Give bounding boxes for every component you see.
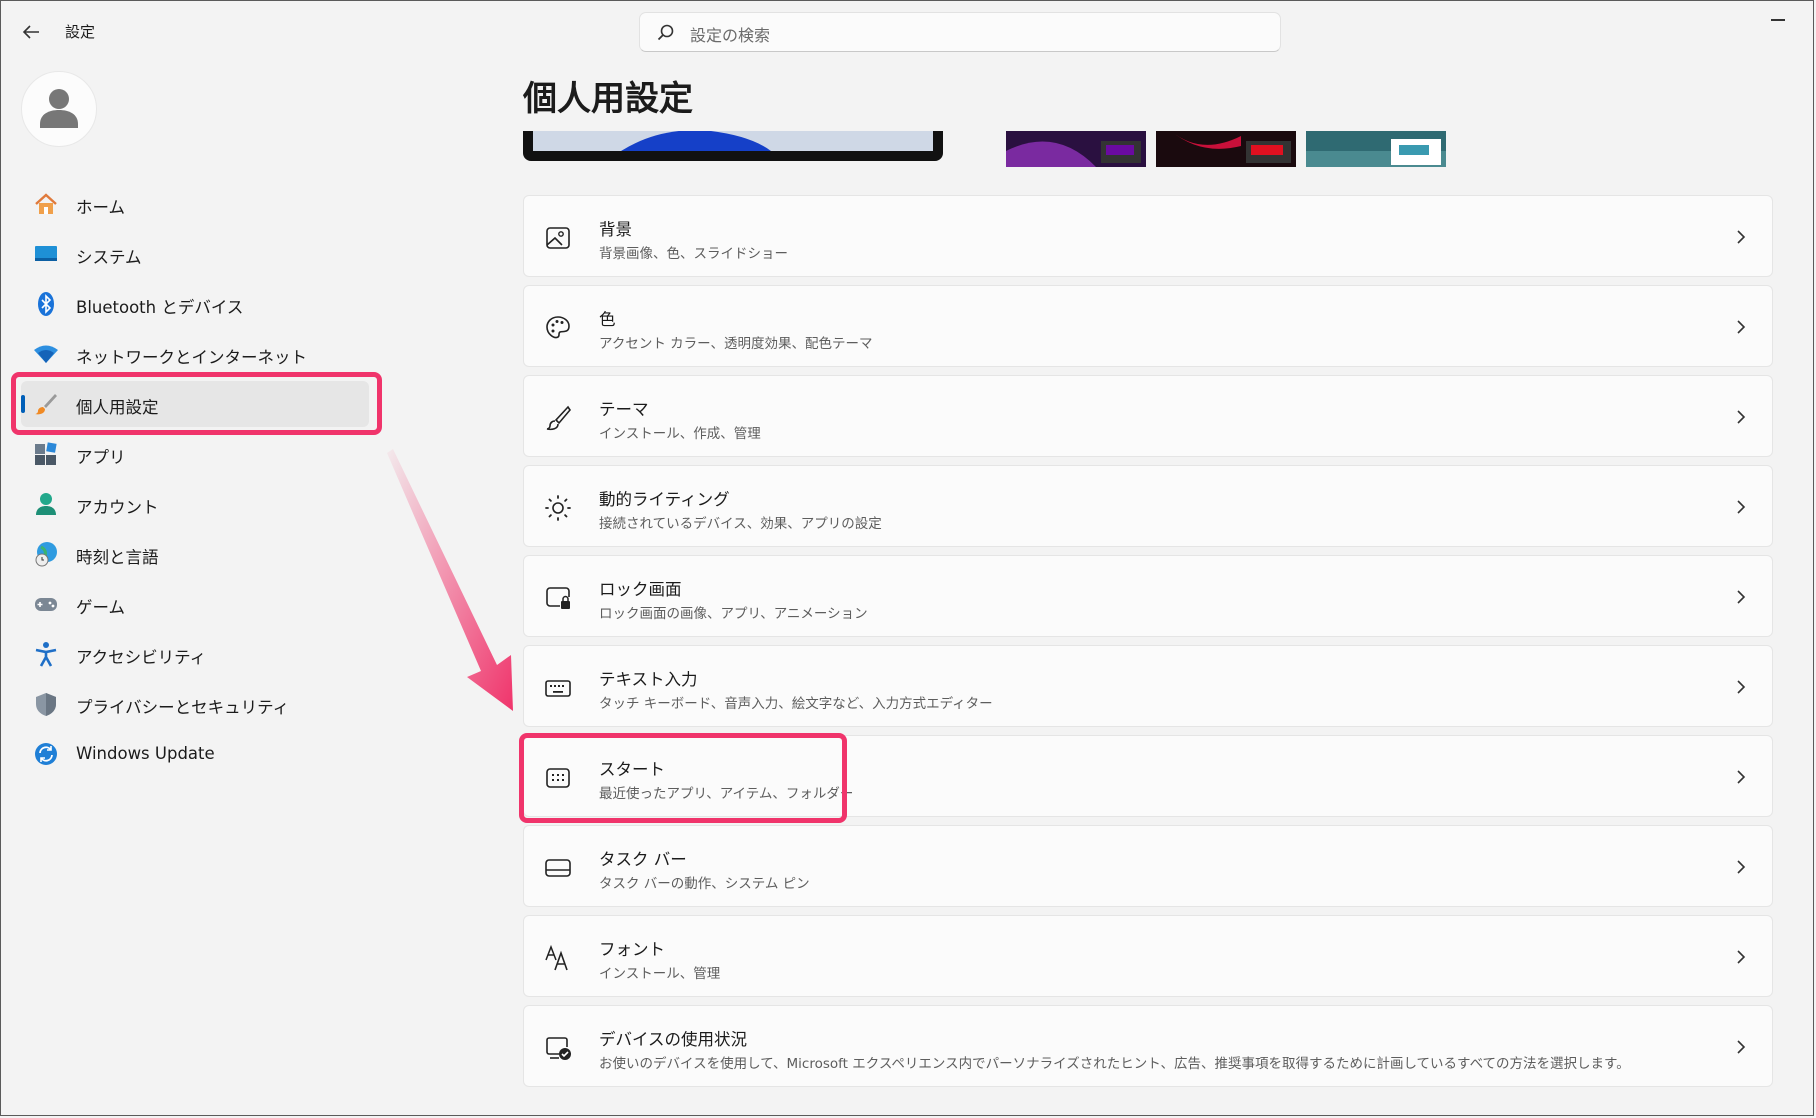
settings-row-taskbar[interactable]: タスク バー タスク バーの動作、システム ピン	[523, 825, 1773, 907]
sidebar-item-gaming[interactable]: ゲーム	[21, 581, 369, 627]
sidebar-item-time-language[interactable]: 時刻と言語	[21, 531, 369, 577]
keyboard-icon	[545, 680, 571, 697]
palette-icon	[546, 316, 570, 339]
row-description: 接続されているデバイス、効果、アプリの設定	[599, 516, 882, 532]
settings-row-fonts[interactable]: フォント インストール、管理	[523, 915, 1773, 997]
sidebar-item-label: アプリ	[76, 448, 126, 467]
theme-preview-image	[523, 131, 1446, 167]
sidebar-item-accounts[interactable]: アカウント	[21, 481, 369, 527]
image-icon	[546, 227, 570, 249]
annotation-arrow	[387, 449, 513, 711]
chevron-right-icon	[1737, 770, 1746, 784]
account-icon	[36, 493, 56, 515]
settings-window: 設定 設定の検索 ホーム システム Bluetooth とデバイス ネットワーク…	[0, 0, 1814, 1116]
theme-preview-strip	[521, 131, 1771, 171]
lighting-icon	[545, 495, 571, 521]
font-icon	[545, 944, 568, 971]
chevron-right-icon	[1737, 410, 1746, 424]
update-icon	[35, 743, 57, 765]
lock-screen-icon	[546, 587, 570, 609]
brush-icon	[546, 405, 571, 431]
row-title: 背景	[599, 220, 632, 239]
page-title: 個人用設定	[523, 79, 693, 119]
home-icon	[35, 193, 57, 214]
wifi-icon	[34, 345, 58, 363]
system-icon	[35, 246, 57, 261]
sidebar-item-label: ホーム	[76, 198, 126, 217]
sidebar-item-label: アクセシビリティ	[76, 648, 207, 667]
device-usage-icon	[546, 1037, 571, 1060]
search-icon	[657, 24, 674, 41]
sidebar-item-bluetooth[interactable]: Bluetooth とデバイス	[21, 281, 369, 327]
row-title: 動的ライティング	[599, 490, 730, 509]
row-title: テーマ	[599, 400, 649, 419]
sidebar-item-network[interactable]: ネットワークとインターネット	[21, 331, 369, 377]
row-description: アクセント カラー、透明度効果、配色テーマ	[599, 336, 873, 352]
sidebar-item-privacy[interactable]: プライバシーとセキュリティ	[21, 681, 369, 727]
highlight-annotation-start	[519, 733, 847, 823]
row-description: インストール、管理	[599, 966, 721, 982]
sidebar-item-label: ネットワークとインターネット	[76, 348, 307, 367]
sidebar-item-windows-update[interactable]: Windows Update	[21, 731, 369, 777]
row-description: タッチ キーボード、音声入力、絵文字など、入力方式エディター	[599, 696, 993, 712]
row-title: 色	[599, 310, 616, 329]
sidebar-item-label: Windows Update	[76, 744, 215, 763]
chevron-right-icon	[1737, 1040, 1746, 1054]
chevron-right-icon	[1737, 950, 1746, 964]
sidebar-item-label: アカウント	[76, 498, 159, 517]
row-title: フォント	[599, 940, 665, 959]
sidebar-item-label: ゲーム	[76, 598, 126, 617]
sidebar-item-label: Bluetooth とデバイス	[76, 298, 244, 317]
sidebar-item-home[interactable]: ホーム	[21, 181, 369, 227]
app-title: 設定	[65, 23, 96, 41]
search-input[interactable]: 設定の検索	[690, 22, 770, 46]
settings-row-device-usage[interactable]: デバイスの使用状況 お使いのデバイスを使用して、Microsoft エクスペリエ…	[523, 1005, 1773, 1087]
settings-row-themes[interactable]: テーマ インストール、作成、管理	[523, 375, 1773, 457]
avatar[interactable]	[21, 71, 97, 147]
taskbar-icon	[545, 859, 571, 877]
settings-row-colors[interactable]: 色 アクセント カラー、透明度効果、配色テーマ	[523, 285, 1773, 367]
row-title: テキスト入力	[599, 670, 698, 689]
chevron-right-icon	[1737, 590, 1746, 604]
row-title: デバイスの使用状況	[599, 1030, 748, 1049]
sidebar-item-system[interactable]: システム	[21, 231, 369, 277]
user-icon	[40, 89, 78, 128]
settings-row-dynamic-lighting[interactable]: 動的ライティング 接続されているデバイス、効果、アプリの設定	[523, 465, 1773, 547]
chevron-right-icon	[1737, 320, 1746, 334]
highlight-annotation-sidebar	[11, 372, 382, 435]
row-description: お使いのデバイスを使用して、Microsoft エクスペリエンス内でパーソナライ…	[599, 1056, 1630, 1072]
row-description: ロック画面の画像、アプリ、アニメーション	[599, 606, 868, 622]
sidebar-item-label: プライバシーとセキュリティ	[76, 698, 290, 717]
settings-row-background[interactable]: 背景 背景画像、色、スライドショー	[523, 195, 1773, 277]
chevron-right-icon	[1737, 680, 1746, 694]
sidebar-item-label: 時刻と言語	[76, 548, 159, 567]
settings-row-text-input[interactable]: テキスト入力 タッチ キーボード、音声入力、絵文字など、入力方式エディター	[523, 645, 1773, 727]
search-box[interactable]: 設定の検索	[639, 12, 1281, 52]
chevron-right-icon	[1737, 230, 1746, 244]
shield-icon	[36, 693, 56, 716]
row-title: タスク バー	[599, 850, 687, 869]
chevron-right-icon	[1737, 500, 1746, 514]
minimize-button[interactable]	[1771, 19, 1785, 21]
gamepad-icon	[35, 598, 57, 611]
chevron-right-icon	[1737, 860, 1746, 874]
sidebar-item-label: システム	[76, 248, 142, 267]
accessibility-icon	[35, 642, 57, 667]
sidebar-item-apps[interactable]: アプリ	[21, 431, 369, 477]
row-description: インストール、作成、管理	[599, 426, 761, 442]
row-title: ロック画面	[599, 580, 682, 599]
back-button[interactable]	[19, 19, 45, 45]
globe-clock-icon	[35, 542, 57, 567]
row-description: 背景画像、色、スライドショー	[599, 246, 788, 262]
bluetooth-icon	[38, 292, 54, 316]
settings-row-lock-screen[interactable]: ロック画面 ロック画面の画像、アプリ、アニメーション	[523, 555, 1773, 637]
apps-icon	[35, 442, 57, 465]
row-description: タスク バーの動作、システム ピン	[599, 876, 810, 892]
sidebar-item-accessibility[interactable]: アクセシビリティ	[21, 631, 369, 677]
back-arrow-icon	[22, 25, 39, 39]
